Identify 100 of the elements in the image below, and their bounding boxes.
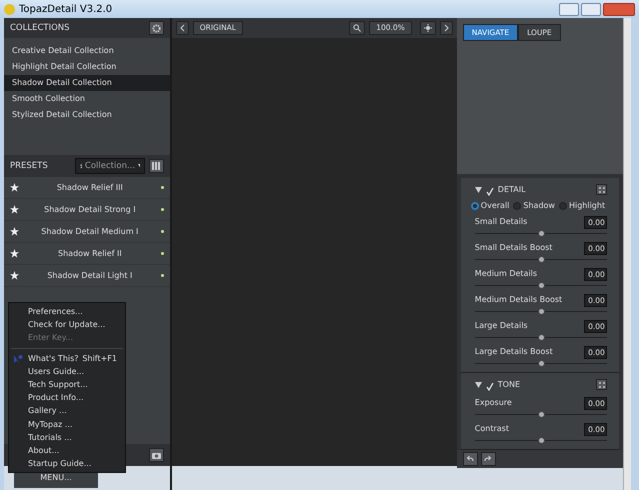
camera-button[interactable] — [148, 448, 164, 462]
section-title: DETAIL — [498, 184, 526, 196]
radio-label: Highlight — [568, 200, 606, 212]
app-logo-icon — [4, 4, 15, 14]
menu-item[interactable]: About... — [9, 444, 125, 458]
grid-view-button[interactable] — [148, 159, 164, 173]
menu-item[interactable]: Tutorials ... — [9, 430, 125, 444]
section-checkbox[interactable] — [486, 186, 494, 194]
slider-label: Small Details — [474, 216, 528, 228]
grid-icon — [598, 382, 605, 388]
radio-button[interactable] — [470, 202, 479, 210]
chevron-left-icon — [180, 24, 185, 32]
grid-icon — [598, 186, 605, 193]
slider-label: Exposure — [474, 397, 512, 410]
maximize-button[interactable] — [581, 2, 601, 16]
section-checkbox[interactable] — [486, 380, 494, 389]
slider-label: Medium Details — [474, 268, 538, 280]
slider-label: Contrast — [474, 423, 509, 436]
menu-item[interactable]: Product Info... — [9, 391, 125, 404]
slider-label: Large Details — [474, 320, 528, 332]
collection-item[interactable]: Stylized Detail Collection — [4, 107, 170, 123]
slider-label: Small Details Boost — [474, 242, 552, 254]
slider-track[interactable] — [474, 306, 608, 316]
reset-button[interactable] — [596, 379, 608, 390]
help-pointer-icon — [13, 354, 23, 364]
shortcut-label: Shift+F1 — [82, 352, 117, 365]
slider-thumb[interactable] — [538, 334, 545, 341]
menu-item[interactable]: Tech Support... — [9, 378, 125, 392]
status-dot — [160, 186, 164, 189]
collection-item[interactable]: Smooth Collection — [4, 91, 170, 107]
search-icon — [353, 24, 362, 32]
slider-thumb[interactable] — [538, 256, 545, 263]
slider-track[interactable] — [474, 280, 608, 290]
menu-item[interactable]: Startup Guide... — [9, 457, 125, 470]
radio-button[interactable] — [558, 202, 567, 210]
close-button[interactable] — [603, 2, 635, 16]
sun-icon — [424, 24, 432, 32]
reset-button[interactable] — [596, 184, 608, 196]
undo-arrow-icon — [466, 455, 474, 462]
menu-item[interactable]: What's This? Shift+F1 — [9, 352, 125, 365]
slider-label: Medium Details Boost — [474, 294, 562, 306]
status-dot — [160, 208, 164, 211]
undo-button[interactable] — [462, 452, 478, 466]
slider-thumb[interactable] — [538, 230, 545, 237]
slider-thumb[interactable] — [538, 282, 545, 289]
star-icon[interactable] — [10, 249, 19, 258]
slider-track[interactable] — [474, 358, 608, 368]
window-title: TopazDetail V3.2.0 — [19, 2, 112, 16]
collapse-arrow-icon — [474, 382, 482, 388]
dropdown-arrow-icon — [138, 164, 140, 168]
camera-icon — [152, 452, 161, 458]
radio-label: Shadow — [523, 200, 555, 212]
preset-row[interactable]: Shadow Detail Medium I — [4, 221, 170, 243]
status-dot — [160, 274, 164, 277]
menu-item[interactable]: Check for Update... — [9, 318, 125, 332]
slider-thumb[interactable] — [538, 308, 545, 315]
grid-icon — [152, 162, 160, 170]
preset-row[interactable]: Shadow Relief II — [4, 243, 170, 265]
status-dot — [160, 252, 164, 255]
radio-label: Overall — [480, 200, 510, 212]
collection-dropdown[interactable]: Collection... — [74, 158, 145, 174]
menu-item[interactable]: Preferences... — [9, 305, 125, 318]
section-title: TONE — [498, 378, 520, 391]
collapse-arrow-icon — [474, 186, 482, 193]
slider-thumb[interactable] — [538, 360, 545, 367]
menu-item[interactable]: Gallery ... — [9, 404, 125, 418]
panel-title: PRESETS — [10, 160, 48, 172]
scrollbar[interactable] — [623, 18, 631, 490]
slider-track[interactable] — [474, 436, 608, 445]
redo-arrow-icon — [484, 455, 492, 462]
slider-track[interactable] — [474, 332, 608, 342]
star-icon[interactable] — [10, 205, 19, 214]
preset-row[interactable]: Shadow Relief III — [4, 177, 170, 199]
slider-track[interactable] — [474, 254, 608, 264]
slider-thumb[interactable] — [538, 410, 545, 418]
star-icon[interactable] — [10, 227, 19, 236]
back-button[interactable] — [176, 21, 189, 35]
minimize-button[interactable] — [559, 2, 579, 16]
light-button[interactable] — [420, 21, 436, 35]
collection-item[interactable]: Highlight Detail Collection — [4, 59, 170, 75]
chevron-right-icon — [444, 24, 449, 32]
star-icon[interactable] — [10, 183, 19, 192]
preset-row[interactable]: Shadow Detail Strong I — [4, 199, 170, 221]
preset-row[interactable]: Shadow Detail Light I — [4, 265, 170, 287]
slider-thumb[interactable] — [538, 436, 545, 444]
collection-item[interactable]: Creative Detail Collection — [4, 43, 170, 59]
panel-title: COLLECTIONS — [10, 22, 70, 34]
slider-track[interactable] — [474, 228, 608, 238]
forward-button[interactable] — [440, 21, 453, 35]
slider-track[interactable] — [474, 410, 608, 419]
star-icon[interactable] — [10, 271, 19, 280]
collection-item[interactable]: Shadow Detail Collection — [4, 75, 170, 91]
zoom-button[interactable] — [349, 21, 366, 35]
menu-item[interactable]: Users Guide... — [9, 364, 125, 378]
slider-label: Large Details Boost — [474, 346, 553, 358]
radio-button[interactable] — [513, 202, 522, 210]
redo-button[interactable] — [480, 452, 496, 466]
settings-button[interactable] — [148, 21, 164, 35]
status-dot — [160, 230, 164, 233]
menu-item[interactable]: MyTopaz ... — [9, 418, 125, 431]
